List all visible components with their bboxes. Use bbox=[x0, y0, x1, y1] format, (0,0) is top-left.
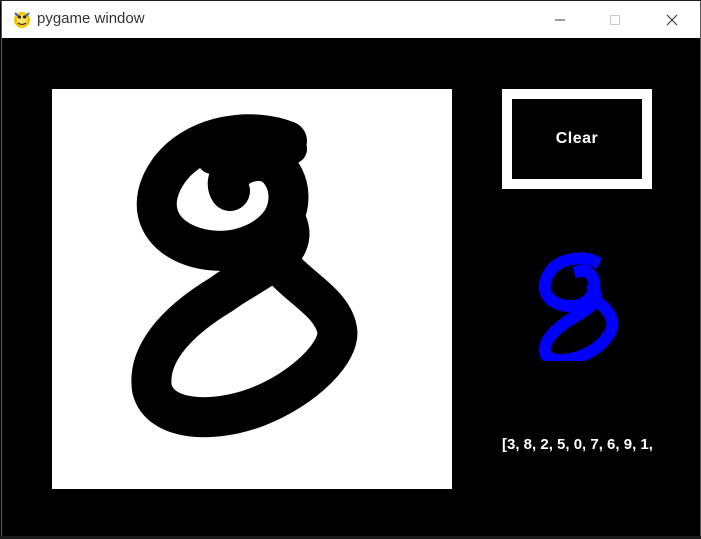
maximize-icon bbox=[610, 14, 620, 25]
clear-button[interactable]: Clear bbox=[502, 89, 652, 189]
maximize-button[interactable] bbox=[592, 1, 638, 38]
pygame-snake-icon bbox=[14, 12, 30, 28]
title-bar[interactable]: pygame window bbox=[2, 1, 700, 38]
minimize-icon bbox=[555, 19, 565, 20]
drawing-canvas[interactable] bbox=[52, 89, 452, 489]
close-icon bbox=[666, 14, 678, 25]
window-title: pygame window bbox=[37, 10, 145, 27]
pygame-window: pygame window Clear [3, 8, 2, 5, 0, 7, 6… bbox=[1, 1, 701, 539]
close-button[interactable] bbox=[649, 1, 695, 38]
prediction-ranking-text: [3, 8, 2, 5, 0, 7, 6, 9, 1, 4] bbox=[502, 436, 653, 453]
clear-button-face: Clear bbox=[512, 99, 642, 179]
handwritten-digit-eight bbox=[131, 114, 358, 438]
clear-button-label: Clear bbox=[555, 130, 599, 147]
downscaled-digit-preview bbox=[538, 252, 619, 361]
game-surface: Clear [3, 8, 2, 5, 0, 7, 6, 9, 1, 4] bbox=[2, 38, 700, 539]
minimize-button[interactable] bbox=[537, 1, 583, 38]
